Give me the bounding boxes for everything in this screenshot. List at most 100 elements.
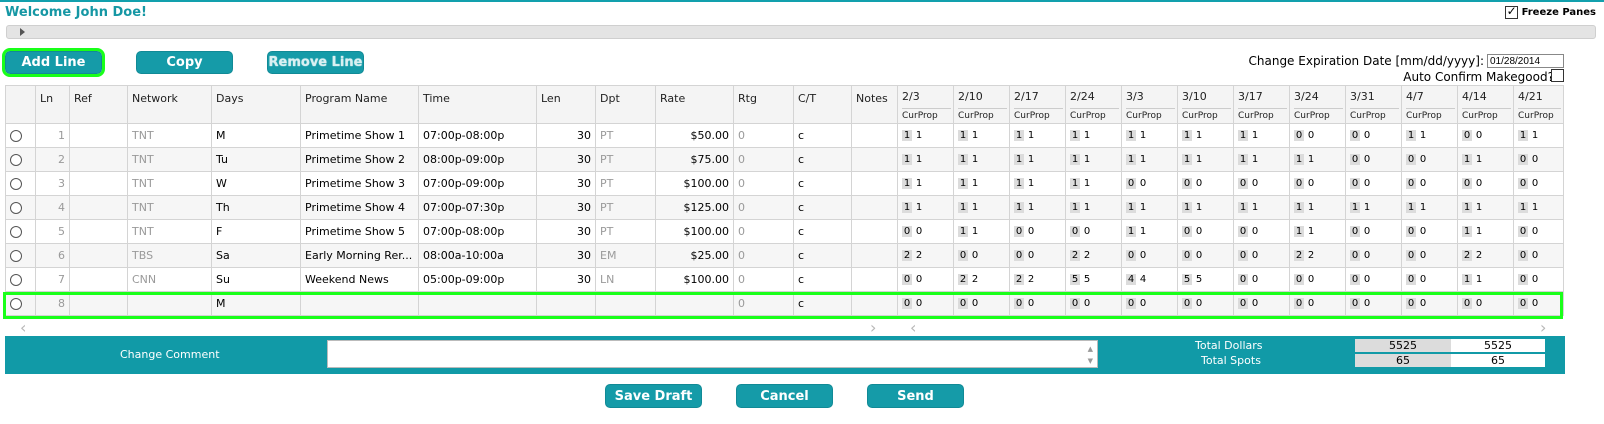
- week-spot-cell[interactable]: 00: [1401, 171, 1458, 196]
- proposed-spots[interactable]: 0: [1194, 298, 1204, 309]
- week-spot-cell[interactable]: 00: [953, 243, 1010, 268]
- proposed-spots[interactable]: 1: [1194, 130, 1204, 141]
- proposed-spots[interactable]: 0: [1138, 298, 1148, 309]
- row-select-radio[interactable]: [10, 202, 22, 214]
- proposed-spots[interactable]: 0: [1026, 250, 1036, 261]
- week-spot-cell[interactable]: 00: [1233, 171, 1290, 196]
- week-spot-cell[interactable]: 00: [1401, 219, 1458, 244]
- row-select-radio[interactable]: [10, 226, 22, 238]
- week-spot-cell[interactable]: 11: [1233, 147, 1290, 172]
- proposed-spots[interactable]: 1: [1194, 202, 1204, 213]
- week-spot-cell[interactable]: 00: [1345, 267, 1402, 292]
- week-spot-cell[interactable]: 11: [1289, 219, 1346, 244]
- proposed-spots[interactable]: 1: [1250, 154, 1260, 165]
- proposed-spots[interactable]: 0: [1530, 154, 1540, 165]
- week-spot-cell[interactable]: 11: [1457, 195, 1514, 220]
- week-spot-cell[interactable]: 11: [1513, 195, 1564, 220]
- week-spot-cell[interactable]: 00: [897, 267, 954, 292]
- weeks-scroll-right-icon[interactable]: ›: [1540, 318, 1546, 337]
- proposed-spots[interactable]: 0: [970, 250, 980, 261]
- week-spot-cell[interactable]: 00: [1345, 243, 1402, 268]
- week-spot-cell[interactable]: 22: [1289, 243, 1346, 268]
- add-line-button[interactable]: Add Line: [2, 48, 105, 77]
- week-spot-cell[interactable]: 11: [1065, 195, 1122, 220]
- cancel-button[interactable]: Cancel: [736, 384, 833, 408]
- proposed-spots[interactable]: 1: [914, 154, 924, 165]
- proposed-spots[interactable]: 4: [1138, 274, 1148, 285]
- row-select-radio[interactable]: [10, 178, 22, 190]
- freeze-panes-toggle[interactable]: Freeze Panes: [1504, 4, 1596, 19]
- proposed-spots[interactable]: 1: [970, 178, 980, 189]
- week-spot-cell[interactable]: 00: [953, 291, 1010, 316]
- week-spot-cell[interactable]: 11: [1177, 195, 1234, 220]
- week-spot-cell[interactable]: 00: [1233, 267, 1290, 292]
- proposed-spots[interactable]: 0: [1138, 250, 1148, 261]
- proposed-spots[interactable]: 0: [914, 298, 924, 309]
- week-spot-cell[interactable]: 11: [1121, 147, 1178, 172]
- proposed-spots[interactable]: 0: [1306, 178, 1316, 189]
- table-row[interactable]: 5 TNT F Primetime Show 5 07:00p-08:00p 30 PT $1…: [5, 219, 1564, 244]
- proposed-spots[interactable]: 2: [970, 274, 980, 285]
- week-spot-cell[interactable]: 00: [1233, 291, 1290, 316]
- table-row[interactable]: 7 CNN Su Weekend News 05:00p-09:00p 30 LN $100.…: [5, 267, 1564, 292]
- week-spot-cell[interactable]: 11: [1233, 195, 1290, 220]
- proposed-spots[interactable]: 0: [1306, 298, 1316, 309]
- proposed-spots[interactable]: 0: [1362, 154, 1372, 165]
- proposed-spots[interactable]: 1: [1362, 202, 1372, 213]
- proposed-spots[interactable]: 2: [1474, 250, 1484, 261]
- proposed-spots[interactable]: 0: [1306, 274, 1316, 285]
- proposed-spots[interactable]: 1: [1138, 202, 1148, 213]
- week-spot-cell[interactable]: 00: [1177, 219, 1234, 244]
- proposed-spots[interactable]: 0: [1530, 226, 1540, 237]
- proposed-spots[interactable]: 1: [970, 154, 980, 165]
- save-draft-button[interactable]: Save Draft: [605, 384, 702, 408]
- proposed-spots[interactable]: 1: [914, 202, 924, 213]
- proposed-spots[interactable]: 0: [1194, 226, 1204, 237]
- week-spot-cell[interactable]: 00: [1289, 291, 1346, 316]
- week-spot-cell[interactable]: 55: [1065, 267, 1122, 292]
- proposed-spots[interactable]: 0: [1362, 178, 1372, 189]
- proposed-spots[interactable]: 1: [1306, 154, 1316, 165]
- proposed-spots[interactable]: 5: [1082, 274, 1092, 285]
- week-spot-cell[interactable]: 00: [1121, 243, 1178, 268]
- proposed-spots[interactable]: 0: [1418, 154, 1428, 165]
- week-spot-cell[interactable]: 11: [1177, 147, 1234, 172]
- collapse-bar[interactable]: [6, 25, 1596, 39]
- proposed-spots[interactable]: 1: [1474, 226, 1484, 237]
- remove-line-button[interactable]: Remove Line: [267, 51, 364, 74]
- week-spot-cell[interactable]: 00: [1457, 291, 1514, 316]
- week-spot-cell[interactable]: 00: [897, 219, 954, 244]
- proposed-spots[interactable]: 0: [1530, 178, 1540, 189]
- week-spot-cell[interactable]: 00: [1345, 219, 1402, 244]
- proposed-spots[interactable]: 0: [1082, 226, 1092, 237]
- week-spot-cell[interactable]: 11: [1009, 195, 1066, 220]
- table-row[interactable]: 3 TNT W Primetime Show 3 07:00p-09:00p 30 PT $1…: [5, 171, 1564, 196]
- proposed-spots[interactable]: 1: [1138, 226, 1148, 237]
- table-row[interactable]: 8M0c000000000000000000000000: [5, 291, 1564, 316]
- proposed-spots[interactable]: 0: [1418, 298, 1428, 309]
- scroll-right-icon[interactable]: ›: [870, 318, 876, 337]
- week-spot-cell[interactable]: 00: [1513, 267, 1564, 292]
- week-spot-cell[interactable]: 00: [1065, 219, 1122, 244]
- row-select-radio[interactable]: [10, 130, 22, 142]
- week-spot-cell[interactable]: 00: [1009, 243, 1066, 268]
- week-spot-cell[interactable]: 11: [953, 219, 1010, 244]
- week-spot-cell[interactable]: 00: [1401, 147, 1458, 172]
- scroll-left-icon[interactable]: ‹: [20, 318, 26, 337]
- proposed-spots[interactable]: 5: [1194, 274, 1204, 285]
- week-spot-cell[interactable]: 00: [1233, 219, 1290, 244]
- proposed-spots[interactable]: 1: [1082, 130, 1092, 141]
- auto-confirm-checkbox[interactable]: [1551, 69, 1564, 82]
- week-spot-cell[interactable]: 11: [1345, 195, 1402, 220]
- week-spot-cell[interactable]: 11: [953, 195, 1010, 220]
- proposed-spots[interactable]: 0: [1250, 298, 1260, 309]
- week-spot-cell[interactable]: 11: [1233, 123, 1290, 148]
- week-spot-cell[interactable]: 11: [897, 171, 954, 196]
- week-spot-cell[interactable]: 00: [1345, 291, 1402, 316]
- week-spot-cell[interactable]: 00: [1345, 147, 1402, 172]
- proposed-spots[interactable]: 1: [1026, 154, 1036, 165]
- week-spot-cell[interactable]: 11: [1513, 123, 1564, 148]
- week-spot-cell[interactable]: 11: [1065, 123, 1122, 148]
- proposed-spots[interactable]: 1: [970, 202, 980, 213]
- week-spot-cell[interactable]: 00: [1513, 147, 1564, 172]
